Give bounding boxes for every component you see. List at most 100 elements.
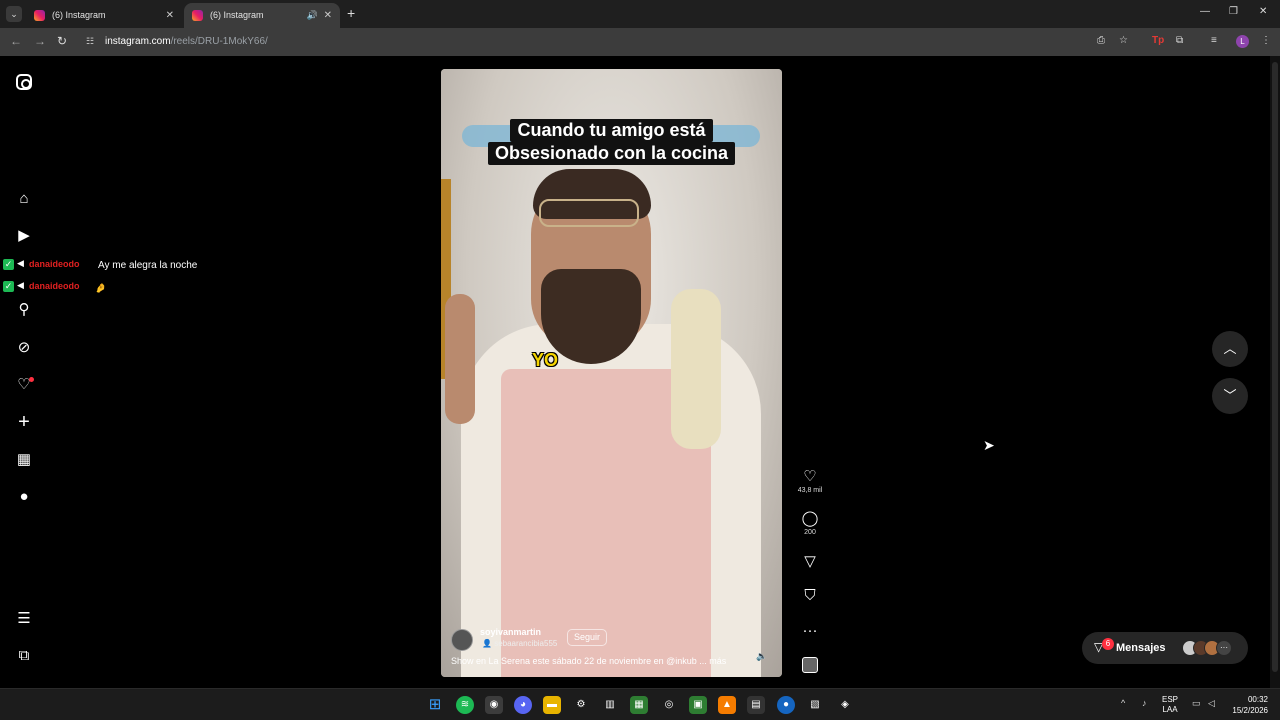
tab-title: (6) Instagram [210,10,264,20]
reload-icon[interactable]: ↻ [57,34,67,48]
message-avatars: ··· [1182,640,1232,656]
messages-badge: 6 [1102,638,1114,650]
bookmark-star-icon[interactable]: ☆ [1119,35,1128,46]
tab-search-icon[interactable]: ⌄ [6,6,22,22]
close-tab-icon[interactable]: ✕ [166,3,174,28]
windows-start-icon[interactable]: ⊞ [426,696,444,714]
microphone-icon[interactable]: ♪ [1142,698,1147,708]
media-control-icon[interactable]: ≡ [1211,35,1217,46]
reel-video[interactable]: Cuando tu amigo está Obsesionado con la … [441,69,782,677]
messages-button[interactable]: ▽ 6 Mensajes ··· [1082,632,1248,664]
clock[interactable]: 00:32 15/2/2026 [1224,694,1268,716]
audio-playing-icon[interactable]: 🔊 [307,3,318,28]
language-indicator[interactable]: ESP LAA [1162,695,1178,715]
extension-icon[interactable]: Tp [1152,35,1164,46]
network-icon[interactable]: ▭ [1192,698,1201,709]
instagram-favicon-icon [34,10,45,21]
create-icon[interactable]: + [15,412,33,432]
share-button[interactable]: ▽ [797,553,823,571]
video-person-towel [671,289,721,449]
install-app-icon[interactable]: ⎙ [1097,35,1105,46]
apps-icon[interactable]: ⧉ [15,647,33,665]
mouse-cursor-icon: ➤ [983,437,995,453]
send-icon: ▽ [804,553,816,570]
video-hand [445,294,475,424]
overlay-username: danaideodo [29,281,80,291]
tab-bar: ⌄ (6) Instagram ✕ (6) Instagram 🔊 ✕ + — … [0,0,1280,28]
comment-icon: ◯ [801,510,819,527]
previous-reel-button[interactable]: ︿ [1212,331,1248,367]
save-button[interactable]: ⛉ [797,587,823,605]
minimize-icon[interactable]: — [1200,6,1210,17]
volume-icon[interactable]: ◁ [1208,698,1215,709]
app-icon[interactable]: ▲ [718,696,736,714]
search-icon[interactable]: ⚲ [15,301,33,319]
chrome-icon[interactable]: ◉ [485,696,503,714]
more-options-button[interactable]: ··· [797,622,823,640]
author-avatar[interactable] [451,629,473,651]
mute-icon[interactable]: 🔈 [756,651,767,662]
app-icon[interactable]: ▧ [806,696,824,714]
url-field[interactable]: ☷ instagram.com/reels/DRU-1MokY66/ [80,32,1140,52]
minecraft-icon[interactable]: ▦ [630,696,648,714]
browser-menu-icon[interactable]: ⋮ [1261,35,1271,46]
menu-icon[interactable]: ☰ [15,610,33,628]
page-scrollbar[interactable] [1270,56,1280,688]
reel-author: soyivanmartin 👤 sebaarancibia555 Seguir … [451,627,771,669]
app-icon[interactable]: ▤ [747,696,765,714]
address-bar: ← → ↻ ☷ instagram.com/reels/DRU-1MokY66/… [0,28,1280,56]
restore-icon[interactable]: ❐ [1229,6,1238,17]
tab-instagram-2[interactable]: (6) Instagram 🔊 ✕ [184,3,340,28]
bookmark-icon: ⛉ [804,587,816,604]
speaker-icon: ◀ [17,258,24,268]
collaborator-handle[interactable]: 👤 sebaarancibia555 [482,639,557,648]
reels-icon[interactable]: ▶ [15,227,33,245]
notification-dot [29,377,34,382]
explore-icon[interactable]: ⊘ [15,339,33,357]
overlay-word: YO [532,350,559,370]
new-tab-button[interactable]: + [347,5,355,21]
spotify-icon[interactable]: ≋ [456,696,474,714]
reel-description[interactable]: Show en La Serena este sábado 22 de novi… [451,656,726,666]
overlay-message: Ay me alegra la noche [92,257,204,275]
taskbar: ⊞ ≋ ◉ ◕ ▬ ⚙ ▥ ▦ ◎ ▣ ▲ ▤ ● ▧ ◈ ^ ♪ ESP LAA… [0,688,1280,720]
check-icon: ✓ [3,259,14,270]
profile-icon[interactable]: ● [15,488,33,506]
video-caption: Cuando tu amigo está Obsesionado con la … [462,119,760,165]
tab-instagram-1[interactable]: (6) Instagram ✕ [26,3,182,28]
close-tab-icon[interactable]: ✕ [324,3,332,28]
file-explorer-icon[interactable]: ▬ [543,696,561,714]
site-settings-icon[interactable]: ☷ [86,36,94,47]
follow-button[interactable]: Seguir [567,629,608,646]
caption-line-2: Obsesionado con la cocina [487,142,736,165]
app-icon[interactable]: ▥ [601,696,619,714]
home-icon[interactable]: ⌂ [15,190,33,208]
scrollbar-thumb[interactable] [1272,62,1278,672]
forward-icon[interactable]: → [34,34,46,48]
messages-label: Mensajes [1116,642,1166,654]
app-icon[interactable]: ◈ [836,696,854,714]
audio-thumbnail[interactable] [802,657,818,673]
back-icon[interactable]: ← [10,34,22,48]
speaker-icon: ◀ [17,280,24,290]
app-icon[interactable]: ▣ [689,696,707,714]
discord-icon[interactable]: ◕ [514,696,532,714]
tray-chevron-icon[interactable]: ^ [1121,698,1125,708]
dashboard-icon[interactable]: ▦ [15,451,33,469]
instagram-icon[interactable] [16,74,32,90]
obs-icon[interactable]: ◎ [660,696,678,714]
author-handle[interactable]: soyivanmartin [480,627,541,637]
more-icon: ··· [802,622,818,639]
close-window-icon[interactable]: ✕ [1259,6,1267,17]
next-reel-button[interactable]: ﹀ [1212,378,1248,414]
heart-icon: ♡ [803,468,817,485]
app-icon[interactable]: ● [777,696,795,714]
url-text: instagram.com/reels/DRU-1MokY66/ [105,36,268,47]
extensions-icon[interactable]: ⧉ [1176,35,1183,46]
like-button[interactable]: ♡ 43,8 mil [797,468,823,496]
comment-button[interactable]: ◯ 200 [797,510,823,538]
profile-avatar[interactable]: L [1236,35,1249,48]
video-person-glasses [539,199,639,227]
tab-title: (6) Instagram [52,10,106,20]
settings-icon[interactable]: ⚙ [572,696,590,714]
